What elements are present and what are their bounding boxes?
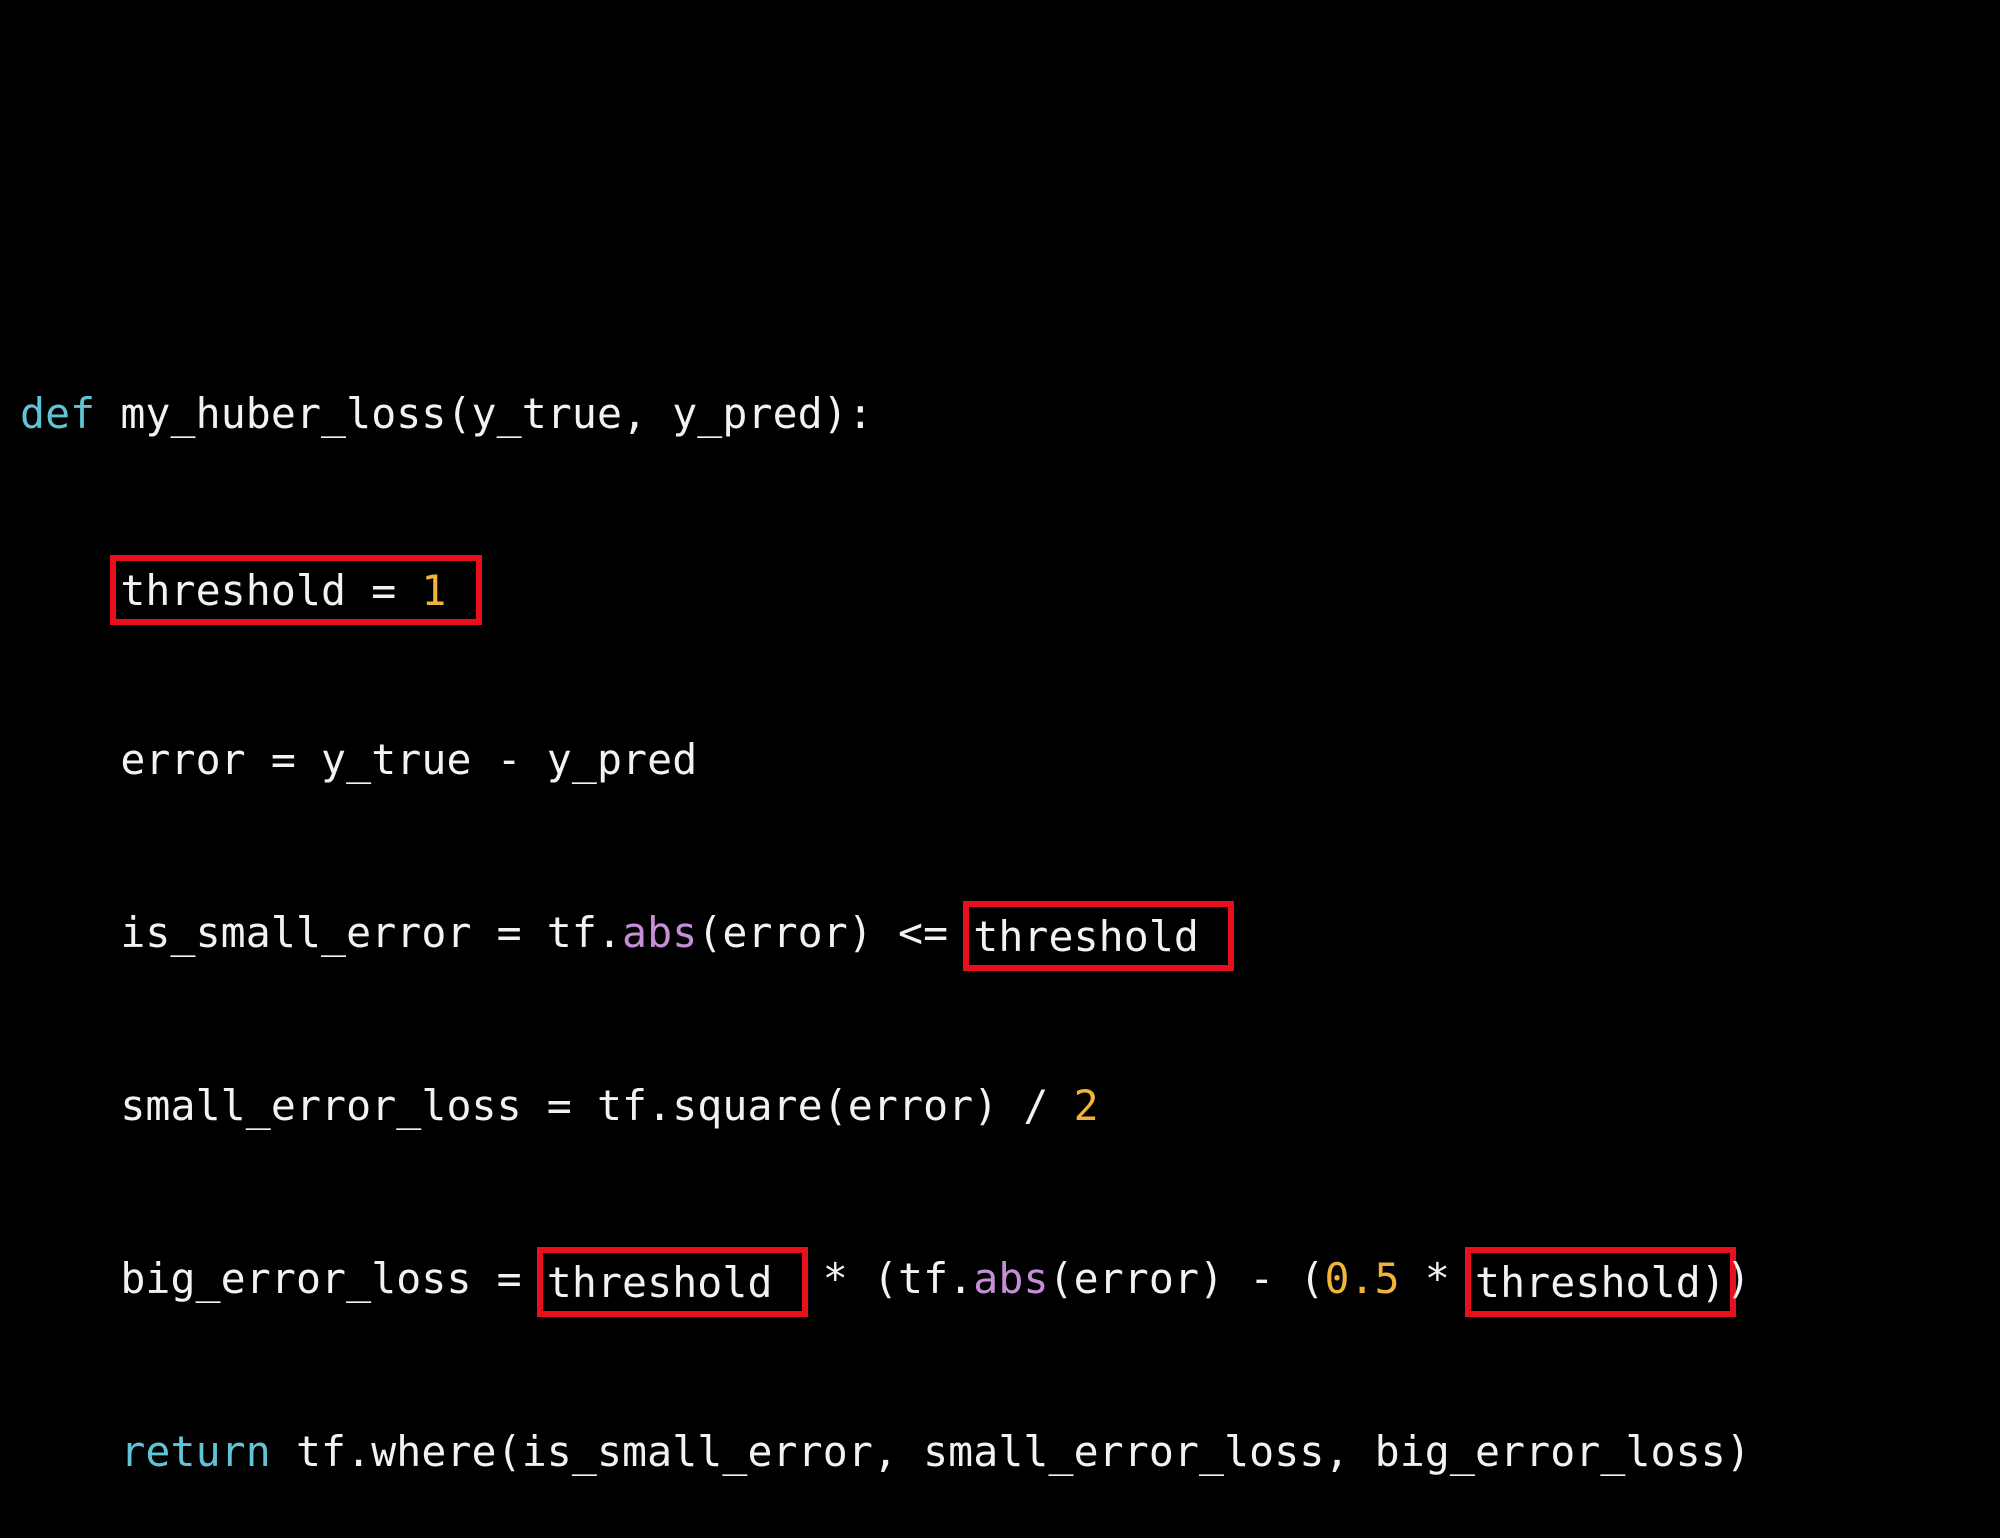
abs-function: abs xyxy=(622,908,698,957)
code-line-small-error-loss: small_error_loss = tf.square(error) / 2 xyxy=(20,1068,1751,1143)
code-line-is-small-error: is_small_error = tf.abs(error) <= thresh… xyxy=(20,895,1751,971)
expression-text: * xyxy=(1399,1254,1476,1303)
threshold-reference: threshold xyxy=(546,1258,773,1307)
code-line-threshold-assign: threshold = 1 xyxy=(20,549,1751,625)
small-error-loss-expression: small_error_loss = tf.square(error) / xyxy=(120,1081,1074,1130)
slide: { "colors": { "background": "#000000", "… xyxy=(0,0,2000,1476)
threshold-half-highlight-box: threshold) xyxy=(1465,1247,1736,1317)
code-line-return: return tf.where(is_small_error, small_er… xyxy=(20,1414,1751,1489)
threshold-compare-highlight-box: threshold xyxy=(963,901,1235,971)
threshold-variable: threshold xyxy=(120,566,347,615)
threshold-multiplier-highlight-box: threshold xyxy=(536,1247,808,1317)
return-expression: tf.where(is_small_error, small_error_los… xyxy=(270,1427,1751,1476)
big-error-loss-prefix: big_error_loss = xyxy=(120,1254,547,1303)
closing-paren: ) xyxy=(1725,1254,1751,1303)
code-block: def my_huber_loss(y_true, y_pred): thres… xyxy=(20,278,1751,1538)
expression-text: * (tf. xyxy=(797,1254,974,1303)
code-line-def: def my_huber_loss(y_true, y_pred): xyxy=(20,376,1751,451)
function-signature: my_huber_loss(y_true, y_pred): xyxy=(95,389,873,438)
divisor-number: 2 xyxy=(1073,1081,1099,1130)
threshold-reference: threshold xyxy=(973,912,1200,961)
expression-text: (error) - ( xyxy=(1048,1254,1325,1303)
assign-operator: = xyxy=(346,566,422,615)
threshold-assign-highlight-box: threshold = 1 xyxy=(110,555,482,625)
keyword-return: return xyxy=(120,1427,271,1476)
threshold-value: 1 xyxy=(421,566,447,615)
comparison-text: (error) <= xyxy=(697,908,974,957)
threshold-reference: threshold) xyxy=(1475,1258,1726,1307)
is-small-error-prefix: is_small_error = tf. xyxy=(120,908,623,957)
error-statement: error = y_true - y_pred xyxy=(120,735,698,784)
half-number: 0.5 xyxy=(1324,1254,1400,1303)
keyword-def: def xyxy=(20,389,96,438)
code-line-error: error = y_true - y_pred xyxy=(20,722,1751,797)
abs-function: abs xyxy=(973,1254,1049,1303)
code-line-big-error-loss: big_error_loss = threshold * (tf.abs(err… xyxy=(20,1241,1751,1317)
